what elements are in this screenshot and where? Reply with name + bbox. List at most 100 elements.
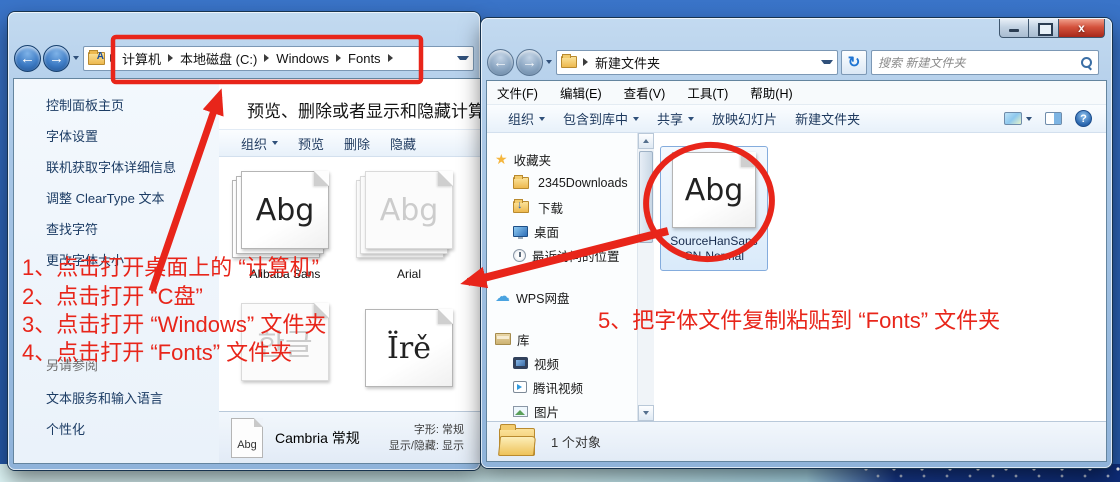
sidebar-label: 视频 [534,354,559,373]
font-preview-glyph: Abg [685,173,744,208]
slideshow-button[interactable]: 放映幻灯片 [703,106,786,131]
breadcrumb-separator-icon [168,54,173,62]
sidebar-item-recent-places[interactable]: 最近访问的位置 [487,243,637,267]
file-item-sourcehansans[interactable]: Abg SourceHanSans CN-Normal [660,146,768,271]
breadcrumb-windows[interactable]: Windows [272,51,333,66]
close-button[interactable] [1059,19,1105,38]
font-page-icon: Ïrě [365,309,453,387]
chevron-down-icon [688,117,694,121]
help-button[interactable]: ? [1075,110,1092,127]
font-file-icon: Abg [231,418,263,458]
desktop-icon [513,226,528,237]
selected-font-name: Cambria 常规 [275,428,360,448]
new-folder-button[interactable]: 新建文件夹 [786,106,869,131]
sidebar-item-pictures[interactable]: 图片 [487,399,637,421]
scroll-down-button[interactable] [638,405,654,421]
breadcrumb-separator-icon [583,58,588,66]
sidebar-item-font-settings[interactable]: 字体设置 [46,126,211,145]
sidebar-item-adjust-cleartype[interactable]: 调整 ClearType 文本 [46,188,211,207]
font-item-korean[interactable]: 한글 [229,303,341,389]
address-bar[interactable]: 计算机 本地磁盘 (C:) Windows Fonts [83,46,474,71]
file-list: Abg SourceHanSans CN-Normal [654,133,1106,421]
organize-button[interactable]: 组织 [231,131,288,156]
sidebar-item-control-panel-home[interactable]: 控制面板主页 [46,95,211,114]
font-item-label: Arial [353,267,465,281]
sidebar-label: 2345Downloads [538,176,628,190]
font-item-alibaba-sans[interactable]: Abg Alibaba Sans [229,171,341,281]
hide-button[interactable]: 隐藏 [380,131,426,156]
sidebar-item-personalization[interactable]: 个性化 [46,419,211,438]
sidebar-item-find-character[interactable]: 查找字符 [46,219,211,238]
share-button[interactable]: 共享 [648,106,703,131]
share-label: 共享 [657,109,683,128]
nav-history-dropdown-icon[interactable] [73,56,79,60]
sidebar-item-tencent-video[interactable]: 腾讯视频 [487,375,637,399]
menu-help[interactable]: 帮助(H) [750,83,792,102]
sidebar-item-get-font-info-online[interactable]: 联机获取字体详细信息 [46,157,211,176]
downloads-icon [513,201,529,213]
sidebar-item-wps-cloud[interactable]: ☁ WPS网盘 [487,285,637,309]
forward-button[interactable]: → [43,45,70,72]
sidebar-group-favorites[interactable]: ★ 收藏夹 [487,147,637,171]
preview-pane-button[interactable] [1045,112,1062,125]
page-heading: 预览、删除或者显示和隐藏计算机 [219,79,480,129]
sidebar-item-change-font-size[interactable]: 更改字体大小 [46,250,211,269]
font-page-icon: Abg [672,152,756,228]
folder-icon [513,177,529,189]
triangle-down-icon [643,411,649,415]
font-preview-glyph: 한글 [257,320,312,364]
maximize-button[interactable] [1029,19,1059,38]
new-folder-explorer-window: ← → 新建文件夹 ↻ 搜索 新建文件夹 文件(F) 编辑(E) 查看(V) 工… [481,18,1112,468]
video-icon [513,357,528,369]
star-icon: ★ [495,152,508,166]
folder-icon [561,56,577,68]
minimize-button[interactable] [999,19,1029,38]
breadcrumb-separator-icon [264,54,269,62]
search-input[interactable]: 搜索 新建文件夹 [871,50,1099,75]
delete-button[interactable]: 删除 [334,131,380,156]
sidebar-item-desktop[interactable]: 桌面 [487,219,637,243]
address-dropdown-icon[interactable] [821,60,833,64]
nav-history-dropdown-icon[interactable] [546,60,552,64]
address-dropdown-icon[interactable] [457,56,469,60]
font-visibility-value: 显示/隐藏: 显示 [389,438,464,454]
sidebar-item-videos[interactable]: 视频 [487,351,637,375]
organize-label: 组织 [508,109,534,128]
breadcrumb-local-disk-c[interactable]: 本地磁盘 (C:) [176,49,261,68]
font-preview-glyph: Ïrě [387,331,431,366]
back-button[interactable]: ← [487,49,514,76]
font-page-icon: 한글 [241,303,329,381]
scroll-up-button[interactable] [638,133,654,149]
breadcrumb-fonts[interactable]: Fonts [344,51,385,66]
sidebar-item-2345downloads[interactable]: 2345Downloads [487,171,637,195]
recent-places-icon [513,249,526,262]
font-preview-glyph: Abg [256,193,315,228]
sidebar-item-downloads[interactable]: 下载 [487,195,637,219]
breadcrumb-computer[interactable]: 计算机 [118,49,165,68]
font-item-ire[interactable]: Ïrě [353,309,465,395]
menu-tools[interactable]: 工具(T) [687,83,728,102]
refresh-button[interactable]: ↻ [841,50,867,75]
font-page-icon: Abg [241,171,329,249]
menu-file[interactable]: 文件(F) [497,83,538,102]
sidebar-group-libraries[interactable]: 库 [487,327,637,351]
sidebar-label: 图片 [534,402,559,421]
back-button[interactable]: ← [14,45,41,72]
sidebar-item-text-services[interactable]: 文本服务和输入语言 [46,388,211,407]
library-icon [495,333,511,345]
breadcrumb-new-folder[interactable]: 新建文件夹 [591,53,664,72]
menu-edit[interactable]: 编辑(E) [560,83,602,102]
preview-button[interactable]: 预览 [288,131,334,156]
change-view-button[interactable] [1004,112,1032,125]
address-bar[interactable]: 新建文件夹 [556,50,838,75]
sidebar-label: 库 [517,330,530,349]
include-in-library-button[interactable]: 包含到库中 [554,106,648,131]
scrollbar-thumb[interactable] [639,151,653,243]
menu-view[interactable]: 查看(V) [624,83,666,102]
font-item-arial[interactable]: Abg Arial [353,171,465,281]
organize-button[interactable]: 组织 [499,106,554,131]
navigation-pane: ★ 收藏夹 2345Downloads 下载 桌面 [487,133,637,421]
sidebar-label: 桌面 [534,222,559,241]
forward-button[interactable]: → [516,49,543,76]
scrollbar[interactable] [637,133,654,421]
